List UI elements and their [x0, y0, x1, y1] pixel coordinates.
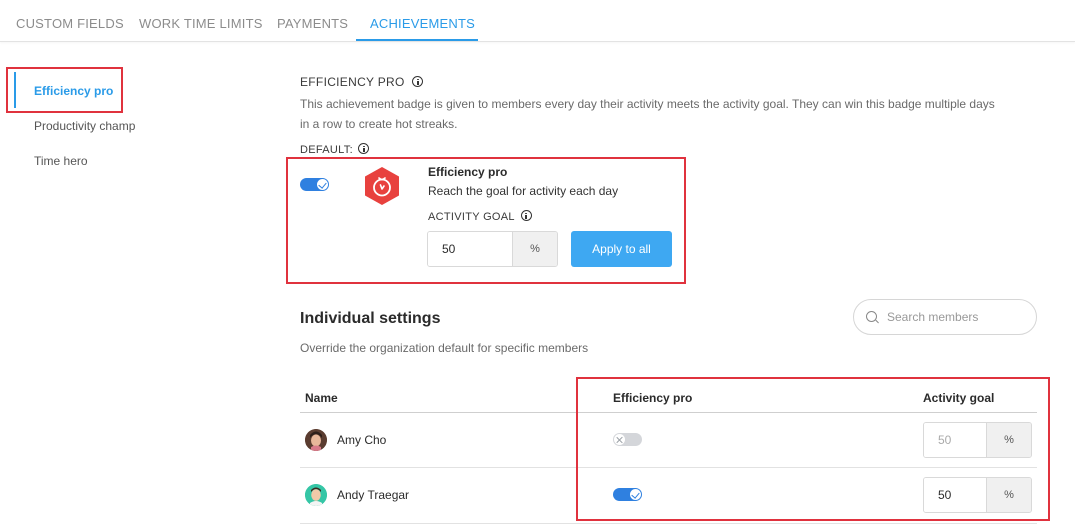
member-name: Amy Cho [337, 433, 387, 447]
column-header-name: Name [305, 391, 338, 405]
individual-settings-title: Individual settings [300, 310, 441, 327]
percent-suffix: % [512, 232, 557, 266]
search-members-box [853, 299, 1037, 335]
default-activity-goal-input[interactable] [428, 232, 512, 266]
default-label-text: DEFAULT: [300, 144, 353, 156]
info-icon[interactable] [358, 143, 370, 154]
apply-to-all-button[interactable]: Apply to all [571, 231, 672, 267]
description-line-1: This achievement badge is given to membe… [300, 97, 995, 111]
section-title-text: EFFICIENCY PRO [300, 75, 405, 89]
individual-settings-subtitle: Override the organization default for sp… [300, 341, 589, 355]
percent-suffix: % [986, 423, 1031, 457]
flame-hexagon-icon [365, 167, 399, 205]
search-icon [866, 310, 879, 324]
row-divider [300, 467, 1037, 468]
member-efficiency-toggle[interactable] [613, 433, 642, 446]
member-activity-goal-field: % [923, 477, 1032, 513]
badge-subtitle: Reach the goal for activity each day [428, 184, 619, 198]
search-members-input[interactable] [887, 310, 1027, 324]
member-activity-goal-input[interactable] [924, 478, 986, 512]
row-divider [300, 523, 1037, 524]
section-title: EFFICIENCY PRO [300, 75, 424, 89]
member-efficiency-toggle[interactable] [613, 488, 642, 501]
activity-goal-label: ACTIVITY GOAL [428, 210, 532, 223]
tab-custom-fields[interactable]: CUSTOM FIELDS [16, 16, 124, 31]
badge-title: Efficiency pro [428, 165, 508, 179]
tab-work-time-limits[interactable]: WORK TIME LIMITS [139, 16, 263, 31]
section-description: This achievement badge is given to membe… [300, 94, 1040, 134]
active-tab-indicator [356, 39, 478, 41]
default-label: DEFAULT: [300, 143, 370, 156]
table-header-divider [300, 412, 1037, 413]
info-icon[interactable] [520, 210, 532, 221]
member-activity-goal-input[interactable] [924, 423, 986, 457]
activity-goal-label-text: ACTIVITY GOAL [428, 211, 515, 223]
sidebar-item-productivity-champ[interactable]: Productivity champ [34, 119, 135, 133]
avatar [305, 484, 327, 506]
member-name: Andy Traegar [337, 488, 410, 502]
sidebar-item-time-hero[interactable]: Time hero [34, 154, 88, 168]
avatar [305, 429, 327, 451]
column-header-efficiency-pro: Efficiency pro [613, 391, 693, 405]
settings-tabs: CUSTOM FIELDS WORK TIME LIMITS PAYMENTS … [0, 0, 1075, 42]
default-efficiency-toggle[interactable] [300, 178, 329, 191]
default-activity-goal-field: % [427, 231, 558, 267]
member-activity-goal-field: % [923, 422, 1032, 458]
sidebar-item-efficiency-pro[interactable]: Efficiency pro [34, 84, 113, 98]
tab-payments[interactable]: PAYMENTS [277, 16, 348, 31]
info-icon[interactable] [412, 76, 424, 87]
percent-suffix: % [986, 478, 1031, 512]
sidebar-active-indicator [14, 72, 16, 108]
column-header-activity-goal: Activity goal [923, 391, 995, 405]
description-line-2: in a row to create hot streaks. [300, 117, 458, 131]
tab-achievements[interactable]: ACHIEVEMENTS [370, 16, 475, 31]
